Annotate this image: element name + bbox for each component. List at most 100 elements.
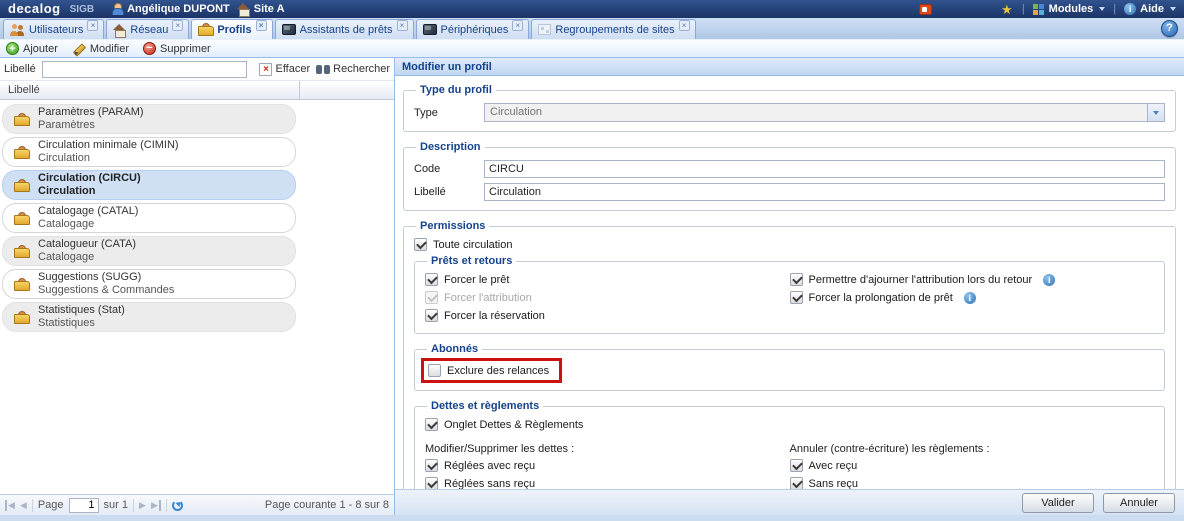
list-item[interactable]: Circulation minimale (CIMIN) Circulation [2, 137, 296, 167]
modules-grid-icon [1033, 3, 1045, 15]
close-icon[interactable]: × [256, 20, 267, 31]
close-icon[interactable]: × [87, 20, 98, 31]
help-icon[interactable] [1161, 20, 1178, 37]
item-name: Statistiques (Stat) [38, 304, 125, 317]
code-field[interactable] [484, 160, 1165, 178]
exclure-relances-checkbox[interactable] [428, 364, 441, 377]
tab-assistants-de-prets[interactable]: Assistants de prêts × [275, 19, 414, 39]
list-column-header[interactable]: Libellé [0, 81, 394, 100]
current-user[interactable]: Angélique DUPONT [111, 3, 230, 15]
checkbox-label: Forcer l'attribution [444, 292, 532, 304]
checkbox-label: Toute circulation [433, 239, 513, 251]
info-icon[interactable] [1043, 274, 1055, 286]
edit-button[interactable]: Modifier [72, 42, 129, 55]
profile-icon [14, 212, 29, 225]
prolongation-pret-checkbox[interactable] [790, 291, 803, 304]
search-button-label: Rechercher [333, 63, 390, 75]
forcer-attribution-row: Forcer l'attribution [425, 290, 790, 305]
checkbox-label: Forcer le prêt [444, 274, 509, 286]
ajourner-attribution-checkbox[interactable] [790, 273, 803, 286]
monitor-icon [423, 24, 437, 35]
top-bar: decalog SIGB Angélique DUPONT Site A | M… [0, 0, 1184, 18]
close-icon[interactable]: × [512, 20, 523, 31]
tab-peripheriques[interactable]: Périphériques × [416, 19, 530, 39]
list-item[interactable]: Catalogage (CATAL) Catalogage [2, 203, 296, 233]
reglees-avec-recu-checkbox[interactable] [425, 459, 438, 472]
validate-button[interactable]: Valider [1022, 493, 1094, 513]
prev-page-icon[interactable]: ◀ [20, 500, 27, 511]
cancel-button[interactable]: Annuler [1103, 493, 1175, 513]
page-of-label: sur 1 [104, 499, 128, 511]
minus-icon [143, 42, 156, 55]
logout-icon[interactable] [919, 4, 932, 15]
annuler-sans-recu-row: Sans reçu [790, 476, 1155, 489]
user-name: Angélique DUPONT [127, 3, 230, 15]
page-input[interactable] [69, 498, 99, 513]
list-item-selected[interactable]: Circulation (CIRCU) Circulation [2, 170, 296, 200]
close-icon[interactable]: × [397, 20, 408, 31]
list-item[interactable]: Suggestions (SUGG) Suggestions & Command… [2, 269, 296, 299]
eraser-icon [259, 63, 272, 76]
next-page-icon[interactable]: ▶ [139, 500, 146, 511]
onglet-dettes-checkbox[interactable] [425, 418, 438, 431]
list-item[interactable]: Catalogueur (CATA) Catalogage [2, 236, 296, 266]
checkbox-label: Sans reçu [809, 478, 859, 490]
edit-label: Modifier [90, 43, 129, 55]
edit-profile-panel: Modifier un profil Type du profil Type C… [395, 58, 1184, 515]
profile-icon [14, 311, 29, 324]
profiles-list-panel: Libellé Effacer Rechercher Libellé Param… [0, 58, 395, 515]
action-toolbar: Ajouter Modifier Supprimer [0, 40, 1184, 58]
chevron-down-icon [1170, 7, 1176, 11]
separator [32, 499, 33, 512]
item-category: Catalogage [38, 251, 136, 264]
forcer-pret-row: Forcer le prêt [425, 272, 790, 287]
clear-button[interactable]: Effacer [259, 63, 310, 76]
list-item[interactable]: Statistiques (Stat) Statistiques [2, 302, 296, 332]
combo-dropdown-button[interactable] [1147, 104, 1164, 121]
tab-label: Assistants de prêts [300, 24, 393, 36]
libelle-label: Libellé [414, 186, 484, 198]
tab-profils[interactable]: Profils × [191, 19, 272, 39]
tab-strip: Utilisateurs × Réseau × Profils × Assist… [0, 18, 1184, 40]
delete-button[interactable]: Supprimer [143, 42, 211, 55]
search-button[interactable]: Rechercher [316, 63, 390, 75]
modifier-group-label: Modifier/Supprimer les dettes : [425, 443, 790, 455]
info-icon[interactable] [964, 292, 976, 304]
list-item[interactable]: Paramètres (PARAM) Paramètres [2, 104, 296, 134]
aide-label: Aide [1140, 3, 1164, 15]
toute-circulation-checkbox[interactable] [414, 238, 427, 251]
libelle-field[interactable] [484, 183, 1165, 201]
add-button[interactable]: Ajouter [6, 42, 58, 55]
pencil-icon [72, 42, 86, 55]
refresh-icon[interactable] [172, 500, 183, 511]
plus-icon [6, 42, 19, 55]
app-logo-suffix: SIGB [70, 4, 94, 15]
type-combobox[interactable]: Circulation [484, 103, 1165, 122]
checkbox-label: Forcer la réservation [444, 310, 545, 322]
close-icon[interactable]: × [679, 20, 690, 31]
close-icon[interactable]: × [172, 20, 183, 31]
profile-icon [14, 245, 29, 258]
annuler-sans-recu-checkbox[interactable] [790, 477, 803, 489]
column-header-label: Libellé [0, 81, 300, 99]
item-category: Circulation [38, 152, 179, 165]
last-page-icon[interactable]: ▶ [151, 500, 161, 511]
tab-regroupements-de-sites[interactable]: Regroupements de sites × [531, 19, 695, 39]
first-page-icon[interactable]: ◀ [5, 500, 15, 511]
forcer-reservation-checkbox[interactable] [425, 309, 438, 322]
annuler-avec-recu-checkbox[interactable] [790, 459, 803, 472]
modules-menu[interactable]: Modules [1033, 3, 1106, 15]
reglees-avec-recu-row: Réglées avec reçu [425, 458, 790, 473]
tab-reseau[interactable]: Réseau × [106, 19, 189, 39]
current-site[interactable]: Site A [237, 3, 285, 15]
tab-utilisateurs[interactable]: Utilisateurs × [3, 19, 104, 39]
item-name: Catalogage (CATAL) [38, 205, 138, 218]
profiles-list: Paramètres (PARAM) Paramètres Circulatio… [0, 100, 394, 494]
forcer-pret-checkbox[interactable] [425, 273, 438, 286]
favorites-icon[interactable] [1000, 3, 1014, 16]
reglees-sans-recu-checkbox[interactable] [425, 477, 438, 489]
search-bar: Libellé Effacer Rechercher [0, 58, 394, 81]
search-input[interactable] [42, 61, 248, 78]
type-fieldset: Type du profil Type Circulation [403, 84, 1176, 132]
aide-menu[interactable]: Aide [1124, 3, 1176, 15]
